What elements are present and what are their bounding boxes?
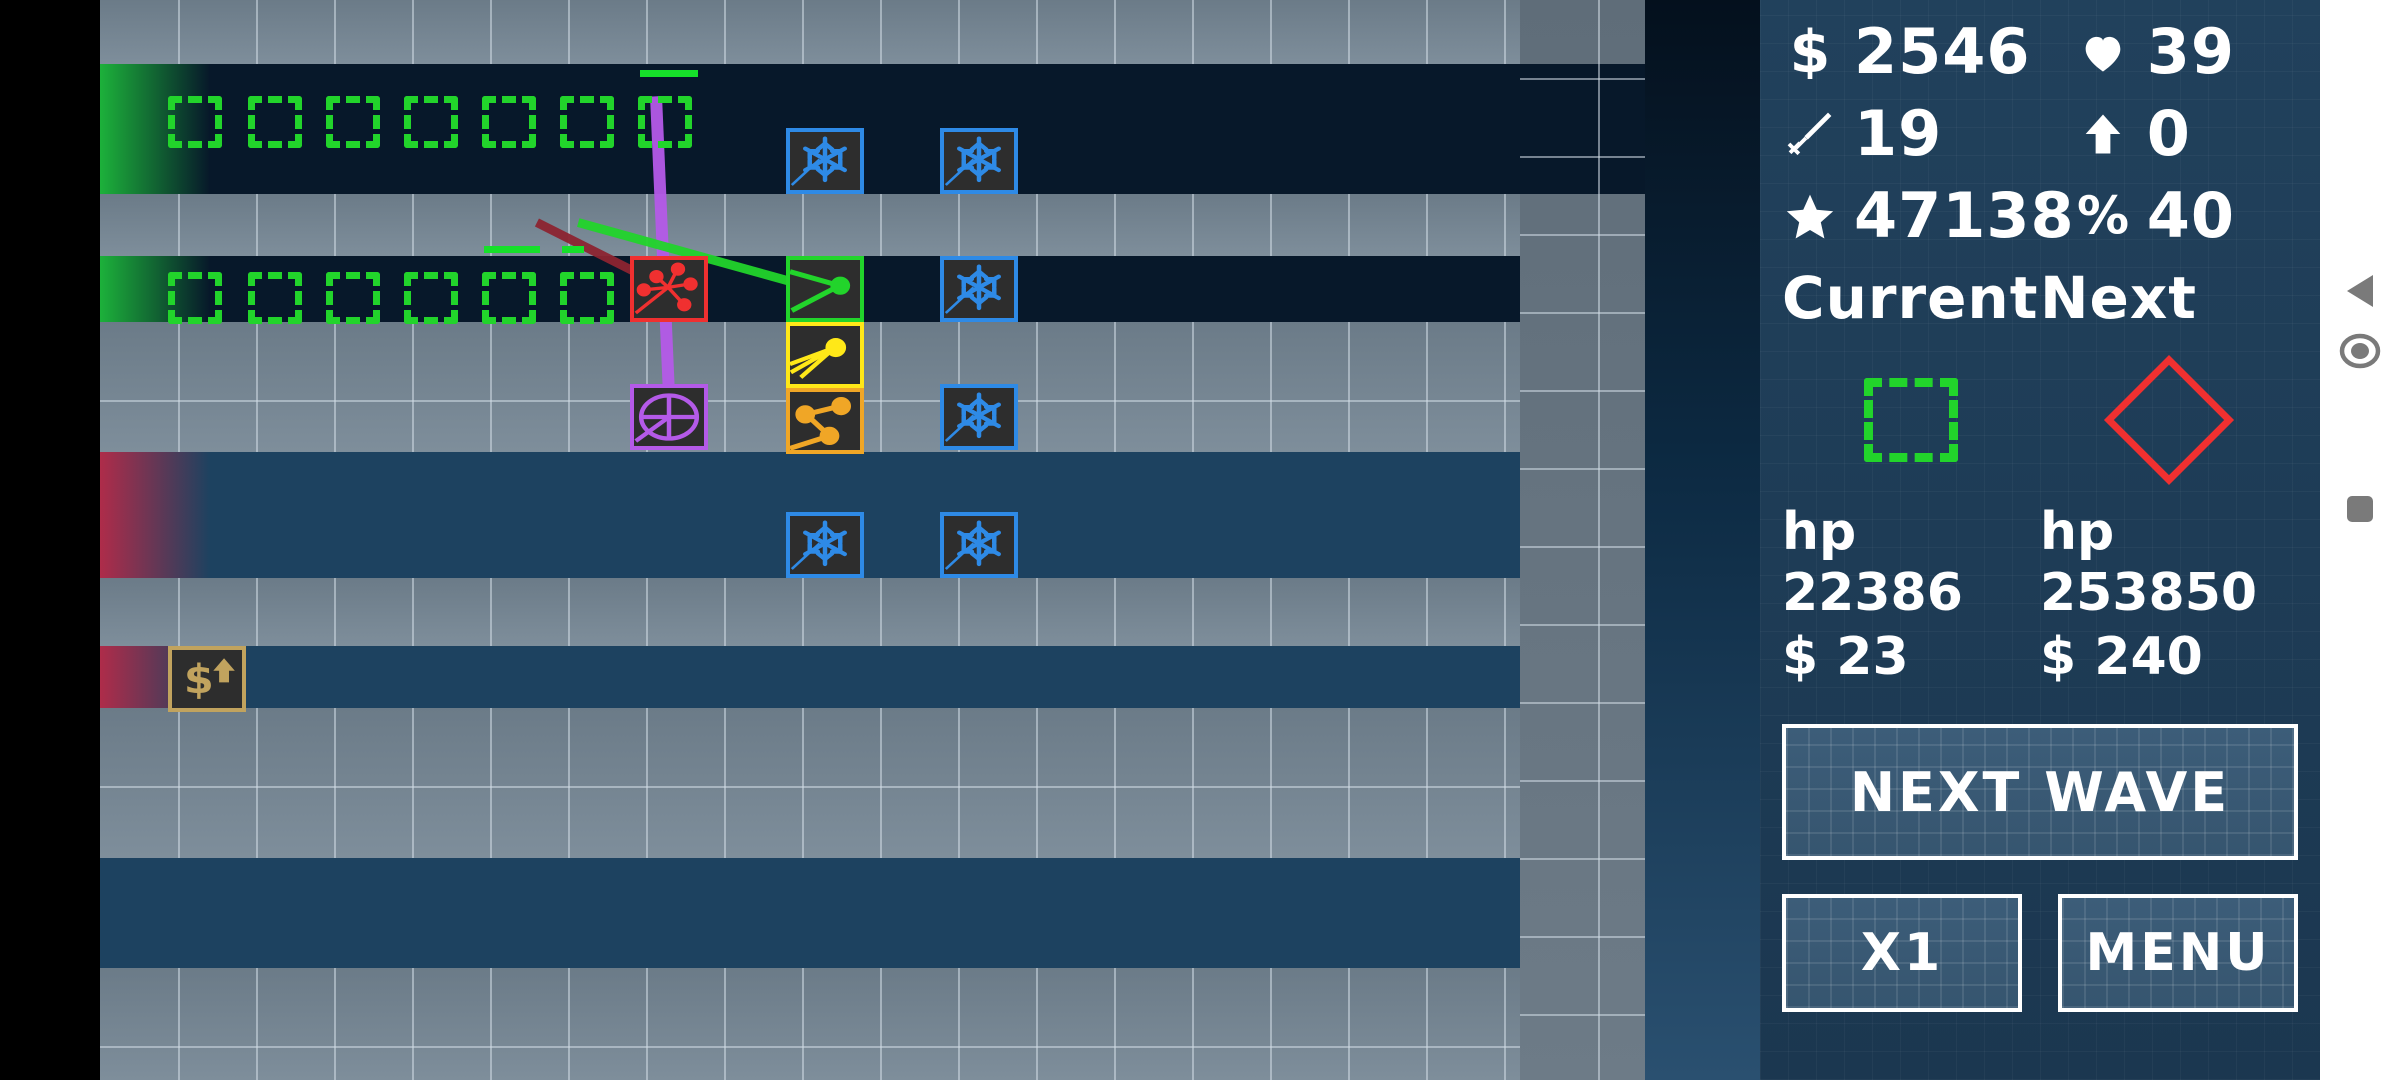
tower-snowflake[interactable] <box>786 128 864 194</box>
recents-button[interactable] <box>2345 494 2375 529</box>
score-value: 47138 <box>1854 179 2075 252</box>
tower-snowflake[interactable] <box>940 256 1018 322</box>
stat-money: $ 2546 <box>1782 14 2075 90</box>
menu-button[interactable]: MENU <box>2058 894 2298 1013</box>
button-row: X1 MENU <box>1782 894 2298 1013</box>
star-icon <box>1782 189 1838 243</box>
stat-upgrades: 0 <box>2075 96 2298 172</box>
speed-button[interactable]: X1 <box>1782 894 2022 1013</box>
stats-grid: $ 2546 39 19 0 47138 % 40 <box>1782 14 2298 254</box>
home-button[interactable] <box>2339 330 2381 377</box>
android-nav-bar <box>2320 0 2400 1080</box>
upgrades-value: 0 <box>2146 97 2191 170</box>
next-hp: hp 253850 <box>2040 502 2258 624</box>
stat-score: 47138 <box>1782 178 2075 254</box>
current-hp: hp 22386 <box>1782 502 1963 624</box>
stat-lives: 39 <box>2075 14 2298 90</box>
dashed-square-icon <box>1864 378 1958 462</box>
percent-icon: % <box>2075 190 2131 242</box>
sword-icon <box>1782 107 1838 161</box>
tower-splash-red[interactable] <box>630 256 708 322</box>
tower-snowflake[interactable] <box>940 128 1018 194</box>
current-shape-cell <box>1782 350 2040 490</box>
tower-snowflake[interactable] <box>940 512 1018 578</box>
back-button[interactable] <box>2343 272 2377 315</box>
percent-value: 40 <box>2146 179 2235 252</box>
svg-text:$: $ <box>1790 25 1831 79</box>
hud-panel: $ 2546 39 19 0 47138 % 40 Current Next h… <box>1760 0 2320 1080</box>
stat-wave: 19 <box>1782 96 2075 172</box>
tower-snowflake[interactable] <box>940 384 1018 450</box>
game-board[interactable]: $ <box>100 0 1760 1080</box>
arrow-up-icon <box>2075 108 2131 160</box>
tower-sniper-green[interactable] <box>786 256 864 322</box>
next-heading: Next <box>2040 264 2198 332</box>
tower-snowflake[interactable] <box>786 512 864 578</box>
tower-money-gold[interactable]: $ <box>168 646 246 712</box>
left-gutter <box>0 0 100 1080</box>
wave-shapes <box>1782 350 2298 490</box>
wave-stats: hp 22386 hp 253850 $ 23 $ 240 <box>1782 502 2298 688</box>
heart-icon <box>2075 26 2131 78</box>
next-shape-cell <box>2040 350 2298 490</box>
wave-value: 19 <box>1854 97 1943 170</box>
svg-text:$: $ <box>184 657 214 703</box>
diamond-outline-icon <box>2103 354 2235 486</box>
current-reward: $ 23 <box>1782 626 1909 687</box>
dollar-icon: $ <box>1782 25 1838 79</box>
game-screen: $ $ 2546 39 19 0 47138 % 40 Current Next… <box>0 0 2400 1080</box>
current-heading: Current <box>1782 264 2039 332</box>
wave-headings: Current Next <box>1782 264 2298 332</box>
tower-multishot-yellow[interactable] <box>786 322 864 388</box>
towers-layer[interactable]: $ <box>100 0 1760 1080</box>
tower-laser-purple[interactable] <box>630 384 708 450</box>
svg-text:%: % <box>2077 190 2129 242</box>
next-reward: $ 240 <box>2040 626 2203 687</box>
stat-percent: % 40 <box>2075 178 2298 254</box>
tower-chain-orange[interactable] <box>786 388 864 454</box>
lives-value: 39 <box>2146 15 2235 88</box>
money-value: 2546 <box>1854 15 2031 88</box>
next-wave-button[interactable]: NEXT WAVE <box>1782 724 2298 861</box>
